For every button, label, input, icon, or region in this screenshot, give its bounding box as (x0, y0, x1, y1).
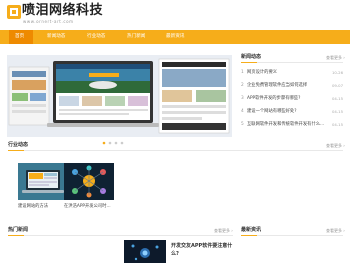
title-accent (8, 150, 24, 151)
list-item-title[interactable]: APP软件开发的步骤有哪些? (247, 92, 327, 105)
nav-item-hot[interactable]: 热门新闻 (121, 30, 151, 44)
carousel-dot-active[interactable] (102, 141, 105, 145)
list-item-date: 10-26 (331, 70, 343, 75)
list-item[interactable]: 4 建设一个网站有哪些好处? 04-15 (241, 105, 343, 118)
list-item[interactable]: 1 网页设计的要义 10-26 (241, 66, 343, 79)
carousel-dot[interactable] (108, 141, 111, 145)
list-item-date: 04-15 (331, 96, 343, 101)
article-thumbnail[interactable] (64, 163, 114, 200)
carousel-dot[interactable] (114, 141, 117, 145)
list-item-date: 04-15 (331, 122, 343, 127)
list-item-title[interactable]: 建设一个网站有哪些好处? (247, 105, 327, 118)
logo-icon[interactable] (7, 5, 21, 19)
article-thumbnail[interactable] (18, 163, 68, 200)
industry-panel-title: 行业动态 (8, 142, 29, 148)
site-subtitle: www.ornert-art.com (23, 19, 74, 24)
list-item[interactable]: 3 APP软件开发的步骤有哪些? 04-15 (241, 92, 343, 105)
banner-image (7, 55, 232, 137)
title-accent (241, 235, 257, 236)
hot-panel-title: 热门新闻 (8, 227, 29, 233)
list-item[interactable]: 2 企业免费管理软件应当如何选择 09-07 (241, 79, 343, 92)
article-caption[interactable]: 在洪浩APP开发公司时... (64, 203, 111, 209)
divider (8, 235, 233, 236)
hot-more-link[interactable]: 查看更多 › (214, 228, 233, 234)
hot-article-thumbnail[interactable] (124, 240, 166, 263)
title-accent (8, 235, 24, 236)
list-item[interactable]: 5 互联网软件开发和传统软件开发有什么... 04-15 (241, 118, 343, 131)
list-item-title[interactable]: 网页设计的要义 (247, 66, 327, 79)
latest-panel-title: 最新资讯 (241, 227, 262, 233)
site-header: 喷泪网络科技 www.ornert-art.com (0, 0, 350, 30)
list-item-title[interactable]: 企业免费管理软件应当如何选择 (247, 79, 327, 92)
list-item-date: 04-15 (331, 109, 343, 114)
title-accent (241, 62, 257, 63)
nav-item-latest[interactable]: 最新资讯 (160, 30, 190, 44)
list-item-date: 09-07 (331, 83, 343, 88)
site-title[interactable]: 喷泪网络科技 (22, 3, 103, 19)
nav-item-news[interactable]: 新闻动态 (41, 30, 71, 44)
nav-item-industry[interactable]: 行业动态 (81, 30, 111, 44)
news-more-link[interactable]: 查看更多 › (326, 55, 345, 61)
carousel-dot[interactable] (120, 141, 123, 145)
divider (8, 150, 343, 151)
hot-article-title[interactable]: 开发交友APP软件要注意什么? (171, 242, 233, 258)
industry-more-link[interactable]: 查看更多 › (326, 143, 345, 149)
news-panel-title: 新闻动态 (241, 54, 262, 60)
list-item-title[interactable]: 互联网软件开发和传统软件开发有什么... (247, 118, 327, 131)
news-list: 1 网页设计的要义 10-26 2 企业免费管理软件应当如何选择 09-07 3 AP… (241, 66, 343, 131)
nav-item-home[interactable]: 首页 (9, 30, 33, 44)
article-caption[interactable]: 建设网站的方法 (18, 203, 48, 209)
carousel-dots (0, 130, 225, 149)
banner-carousel[interactable] (7, 55, 232, 137)
main-nav: 首页 新闻动态 行业动态 热门新闻 最新资讯 (0, 30, 350, 44)
latest-more-link[interactable]: 查看更多 › (326, 228, 345, 234)
